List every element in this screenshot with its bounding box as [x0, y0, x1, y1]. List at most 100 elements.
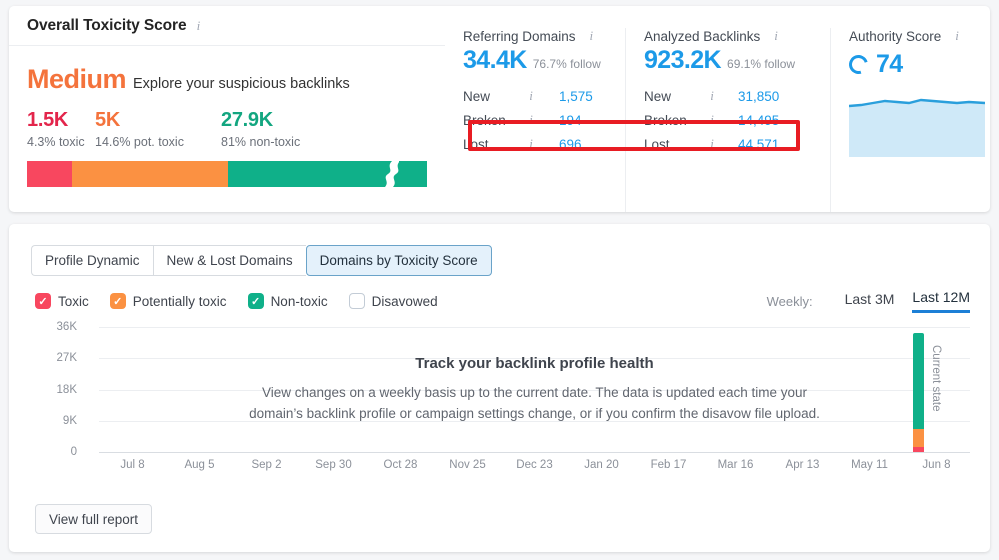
info-icon[interactable]: i	[706, 136, 718, 152]
stat-non-toxic-label: 81% non-toxic	[221, 135, 301, 149]
tab-new-lost-domains[interactable]: New & Lost Domains	[152, 245, 306, 276]
y-tick: 27K	[56, 352, 77, 365]
authority-score-sparkline	[848, 98, 986, 157]
x-tick: May 11	[851, 459, 888, 471]
x-tick: Sep 30	[315, 459, 352, 471]
row-backlinks-lost: Lost i 44,571	[644, 132, 830, 156]
x-tick: Jan 20	[584, 459, 619, 471]
row-label: New	[463, 88, 491, 104]
referring-domains-label: Referring Domains	[463, 29, 576, 44]
analyzed-backlinks-follow: 69.1% follow	[727, 57, 796, 71]
stat-potentially-toxic-value: 5K	[95, 109, 120, 131]
row-value[interactable]: 696	[559, 137, 582, 152]
period-selector: Weekly: Last 3M Last 12M	[767, 289, 970, 313]
x-tick: Jul 8	[120, 459, 145, 471]
row-value[interactable]: 1,575	[559, 89, 593, 104]
authority-score-column: Authority Score i 74	[830, 28, 999, 212]
toxicity-grade: Medium	[27, 64, 127, 94]
tab-profile-dynamic[interactable]: Profile Dynamic	[31, 245, 153, 276]
gridline-baseline	[99, 452, 970, 453]
authority-score-label: Authority Score	[849, 29, 942, 44]
chart-tabs: Profile Dynamic New & Lost Domains Domai…	[31, 245, 990, 276]
filter-potentially-toxic[interactable]: ✓ Potentially toxic	[109, 293, 227, 309]
empty-state-title: Track your backlink profile health	[415, 355, 654, 372]
referring-domains-value-row: 34.4K 76.7% follow	[463, 46, 625, 75]
row-value[interactable]: 14,495	[738, 113, 779, 128]
period-last-12m[interactable]: Last 12M	[912, 289, 970, 313]
info-icon[interactable]: i	[525, 112, 537, 128]
period-last-3m[interactable]: Last 3M	[845, 291, 895, 312]
info-icon[interactable]: i	[706, 88, 718, 104]
chart-empty-state: Track your backlink profile health View …	[99, 355, 970, 423]
stat-potentially-toxic: 5K 14.6% pot. toxic	[95, 109, 221, 149]
filter-label: Toxic	[58, 293, 89, 309]
y-tick: 0	[70, 446, 77, 458]
gridline	[99, 327, 970, 328]
stat-toxic-value: 1.5K	[27, 109, 69, 131]
info-icon[interactable]: i	[525, 136, 537, 152]
metrics-pane: Referring Domains i 34.4K 76.7% follow N…	[445, 6, 999, 212]
x-axis: Jul 8 Aug 5 Sep 2 Sep 30 Oct 28 Nov 25 D…	[99, 459, 970, 471]
info-icon[interactable]: i	[192, 18, 204, 34]
info-icon[interactable]: i	[585, 28, 597, 44]
backlink-audit-overview: Overall Toxicity Score i Medium Explore …	[0, 0, 999, 560]
empty-state-line-2: domain’s backlink profile or campaign se…	[249, 406, 820, 421]
bar-segment-potentially-toxic[interactable]	[71, 161, 228, 187]
x-tick: Apr 13	[785, 459, 820, 471]
referring-domains-value[interactable]: 34.4K	[463, 46, 527, 75]
filter-label: Non-toxic	[270, 293, 328, 309]
analyzed-backlinks-value-row: 923.2K 69.1% follow	[644, 46, 830, 75]
row-referring-broken: Broken i 194	[463, 108, 625, 132]
row-label: Lost	[463, 136, 489, 152]
overview-card: Overall Toxicity Score i Medium Explore …	[9, 6, 990, 212]
row-label: New	[644, 88, 672, 104]
row-label: Broken	[463, 112, 506, 128]
row-value[interactable]: 31,850	[738, 89, 779, 104]
x-tick: Aug 5	[184, 459, 215, 471]
checkbox-checked-icon[interactable]: ✓	[247, 293, 264, 309]
toxicity-stats: 1.5K 4.3% toxic 5K 14.6% pot. toxic 27.9…	[27, 109, 427, 149]
period-label: Weekly:	[766, 293, 813, 309]
bar-current-toxic[interactable]	[913, 446, 924, 452]
info-icon[interactable]: i	[525, 88, 537, 104]
legend-filters: ✓ Toxic ✓ Potentially toxic ✓ Non-toxic …	[35, 289, 990, 313]
row-value[interactable]: 194	[559, 113, 582, 128]
filter-label: Potentially toxic	[132, 293, 227, 309]
checkbox-checked-icon[interactable]: ✓	[35, 293, 51, 309]
x-tick: Sep 2	[251, 459, 282, 471]
info-icon[interactable]: i	[706, 112, 718, 128]
analyzed-backlinks-label: Analyzed Backlinks	[644, 29, 761, 44]
filter-non-toxic[interactable]: ✓ Non-toxic	[247, 293, 328, 309]
filter-toxic[interactable]: ✓ Toxic	[35, 293, 89, 309]
analyzed-backlinks-column: Analyzed Backlinks i 923.2K 69.1% follow…	[625, 28, 830, 212]
row-backlinks-new: New i 31,850	[644, 84, 830, 108]
referring-domains-rows: New i 1,575 Broken i 194 Lost i 696	[463, 84, 625, 156]
checkbox-checked-icon[interactable]: ✓	[109, 293, 126, 309]
bar-segment-toxic[interactable]	[27, 161, 72, 187]
x-tick: Dec 23	[516, 459, 553, 471]
y-tick: 18K	[56, 383, 77, 396]
stat-non-toxic-value: 27.9K	[221, 109, 273, 131]
row-value[interactable]: 44,571	[738, 137, 779, 152]
bar-current-potentially-toxic[interactable]	[913, 429, 924, 447]
y-tick: 9K	[62, 414, 77, 427]
filter-disavowed[interactable]: Disavowed	[348, 293, 438, 309]
analyzed-backlinks-title: Analyzed Backlinks i	[644, 28, 830, 44]
x-tick: Jun 8	[922, 459, 951, 471]
row-referring-lost: Lost i 696	[463, 132, 625, 156]
toxicity-body: Medium Explore your suspicious backlinks…	[9, 46, 445, 187]
view-full-report-button[interactable]: View full report	[35, 504, 153, 534]
checkbox-unchecked-icon[interactable]	[348, 293, 365, 309]
analyzed-backlinks-rows: New i 31,850 Broken i 14,495 Lost i 44,5…	[644, 84, 830, 156]
authority-score-value: 74	[876, 50, 903, 78]
info-icon[interactable]: i	[951, 28, 963, 44]
referring-domains-follow: 76.7% follow	[532, 57, 601, 71]
stat-toxic-label: 4.3% toxic	[27, 135, 85, 149]
authority-score-title: Authority Score i	[849, 28, 999, 44]
referring-domains-column: Referring Domains i 34.4K 76.7% follow N…	[445, 28, 625, 212]
overall-toxicity-pane: Overall Toxicity Score i Medium Explore …	[9, 6, 445, 212]
tab-domains-by-toxicity-score[interactable]: Domains by Toxicity Score	[305, 245, 492, 276]
page-title: Overall Toxicity Score	[27, 16, 187, 34]
info-icon[interactable]: i	[770, 28, 782, 44]
analyzed-backlinks-value[interactable]: 923.2K	[644, 46, 722, 75]
